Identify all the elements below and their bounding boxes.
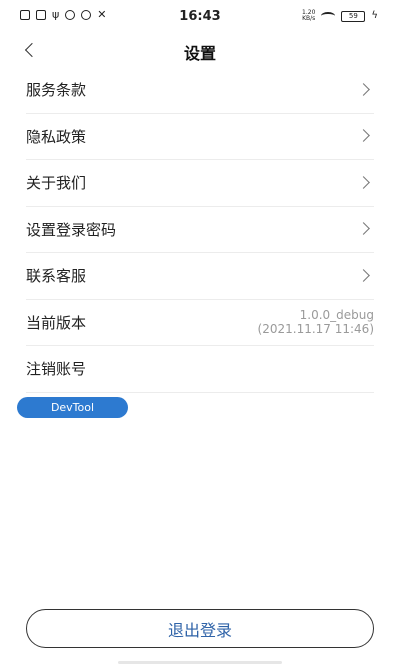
menu-item-label: 联系客服 bbox=[26, 267, 87, 286]
battery-icon: 59 bbox=[341, 10, 366, 22]
menu-item-current-version: 当前版本 1.0.0_debug (2021.11.17 11:46) bbox=[26, 300, 374, 346]
menu-item-label: 当前版本 bbox=[26, 313, 87, 332]
chevron-right-icon bbox=[357, 129, 370, 143]
menu-item-label: 注销账号 bbox=[26, 360, 87, 379]
menu-item-label: 设置登录密码 bbox=[26, 220, 117, 239]
version-info: 1.0.0_debug (2021.11.17 11:46) bbox=[258, 308, 374, 336]
menu-item-delete-account[interactable]: 注销账号 bbox=[26, 346, 374, 393]
system-status-icons: 1.20 KB/s 59 ϟ bbox=[302, 10, 378, 22]
chevron-right-icon bbox=[357, 222, 370, 236]
home-indicator[interactable] bbox=[118, 661, 282, 664]
menu-item-terms-of-service[interactable]: 服务条款 bbox=[26, 67, 374, 114]
logout-button[interactable]: 退出登录 bbox=[26, 609, 374, 648]
battery-level: 59 bbox=[348, 11, 358, 20]
menu-item-label: 服务条款 bbox=[26, 81, 87, 100]
status-bar: ψ ✕ 16:43 1.20 KB/s 59 ϟ bbox=[0, 0, 400, 34]
menu-item-about-us[interactable]: 关于我们 bbox=[26, 160, 374, 207]
network-speed-unit: KB/s bbox=[302, 15, 316, 22]
wifi-icon bbox=[321, 12, 336, 20]
menu-item-contact-support[interactable]: 联系客服 bbox=[26, 253, 374, 300]
version-number: 1.0.0_debug bbox=[299, 307, 374, 322]
settings-list: 服务条款 隐私政策 关于我们 设置登录密码 联系客服 当前版本 1.0.0_de… bbox=[26, 67, 374, 393]
nav-bar: 设置 bbox=[0, 34, 400, 66]
chevron-right-icon bbox=[357, 268, 370, 282]
menu-item-label: 关于我们 bbox=[26, 174, 87, 193]
network-speed: 1.20 KB/s bbox=[302, 10, 315, 22]
version-build-date: (2021.11.17 11:46) bbox=[257, 321, 374, 336]
charging-icon: ϟ bbox=[371, 10, 378, 21]
menu-item-set-login-password[interactable]: 设置登录密码 bbox=[26, 207, 374, 253]
chevron-right-icon bbox=[357, 82, 370, 96]
devtool-button[interactable]: DevTool bbox=[17, 397, 128, 418]
menu-item-label: 隐私政策 bbox=[26, 127, 87, 146]
chevron-right-icon bbox=[357, 175, 370, 189]
page-title: 设置 bbox=[183, 44, 216, 63]
menu-item-privacy-policy[interactable]: 隐私政策 bbox=[26, 114, 374, 160]
